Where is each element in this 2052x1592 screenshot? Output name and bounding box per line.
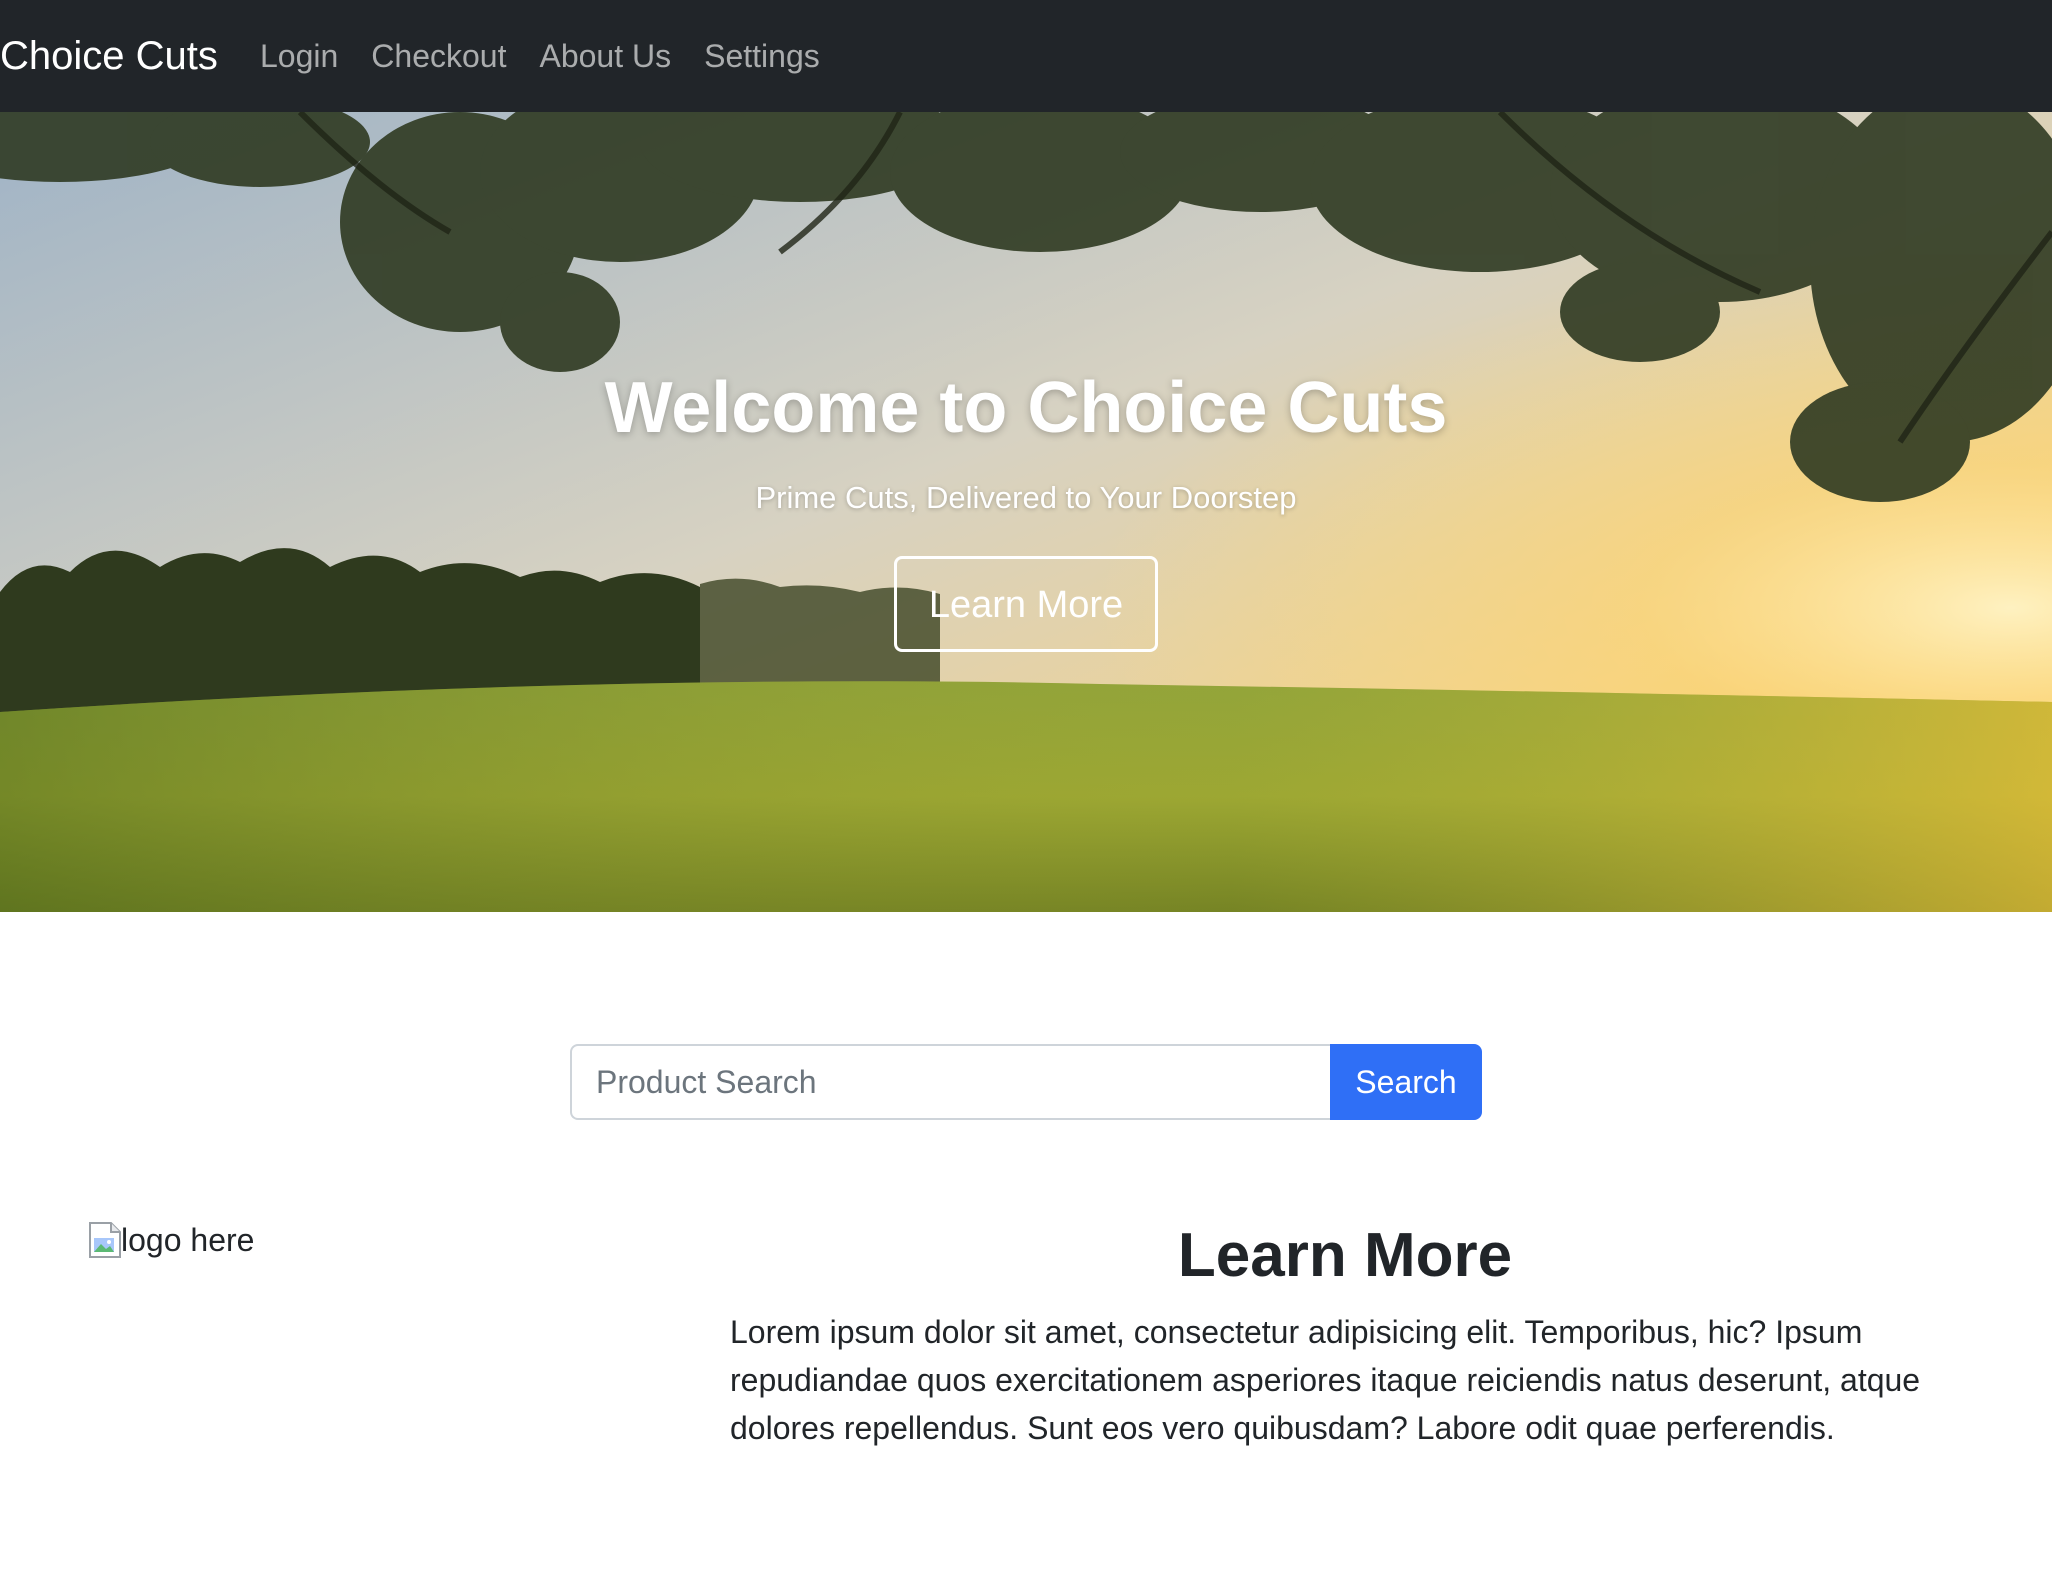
search-button[interactable]: Search bbox=[1330, 1044, 1482, 1120]
product-search-form: Search bbox=[570, 1044, 1482, 1120]
learn-more-heading: Learn More bbox=[1177, 1221, 1513, 1290]
hero-section: Welcome to Choice Cuts Prime Cuts, Deliv… bbox=[0, 112, 2052, 912]
hero-subtitle: Prime Cuts, Delivered to Your Doorstep bbox=[755, 480, 1297, 515]
nav-link-settings[interactable]: Settings bbox=[704, 0, 820, 112]
nav-link-about-us[interactable]: About Us bbox=[539, 0, 671, 112]
logo-image: logo here bbox=[89, 1222, 254, 1259]
learn-more-button[interactable]: Learn More bbox=[894, 556, 1158, 652]
logo-alt-text: logo here bbox=[121, 1222, 255, 1258]
hero-title: Welcome to Choice Cuts bbox=[604, 368, 1448, 448]
nav-link-checkout[interactable]: Checkout bbox=[371, 0, 506, 112]
navbar: Choice Cuts Login Checkout About Us Sett… bbox=[0, 0, 2052, 112]
brand-link[interactable]: Choice Cuts bbox=[0, 0, 218, 112]
hero-content: Welcome to Choice Cuts Prime Cuts, Deliv… bbox=[0, 112, 2052, 912]
learn-more-text: Lorem ipsum dolor sit amet, consectetur … bbox=[730, 1314, 1921, 1446]
nav-link-login[interactable]: Login bbox=[260, 0, 338, 112]
broken-image-icon bbox=[89, 1222, 121, 1258]
product-search-input[interactable] bbox=[570, 1044, 1330, 1120]
nav-links: Login Checkout About Us Settings bbox=[260, 0, 853, 112]
